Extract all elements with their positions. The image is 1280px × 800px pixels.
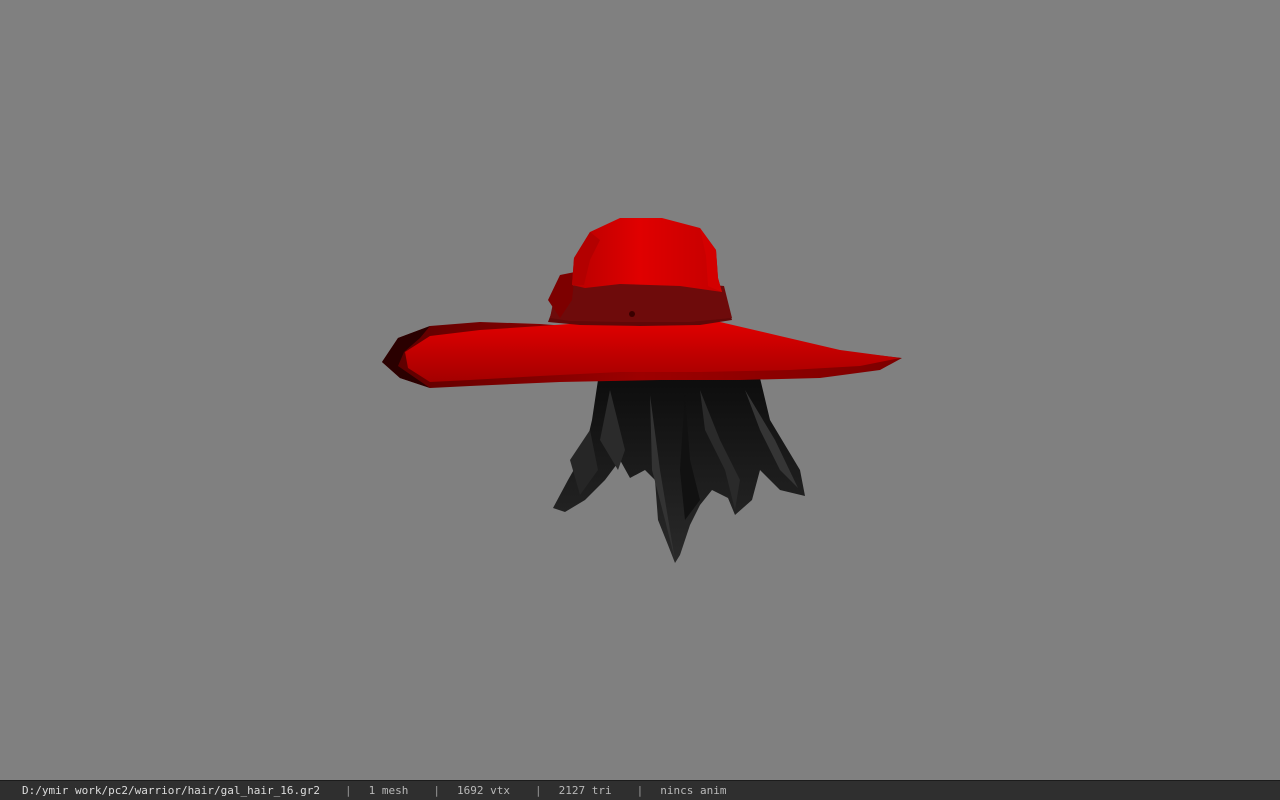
- mesh-count-label: 1 mesh: [368, 784, 409, 797]
- animation-status-label: nincs anim: [660, 784, 727, 797]
- hair-mesh: [553, 378, 805, 563]
- separator: |: [433, 784, 441, 797]
- hat-mesh: [382, 218, 902, 388]
- model-render: [382, 218, 902, 563]
- 3d-viewport[interactable]: [0, 0, 1280, 780]
- file-path-label: D:/ymir work/pc2/warrior/hair/gal_hair_1…: [22, 784, 321, 797]
- triangle-count-label: 2127 tri: [558, 784, 612, 797]
- vertex-count-label: 1692 vtx: [457, 784, 510, 797]
- separator: |: [345, 784, 352, 797]
- separator: |: [535, 784, 542, 797]
- status-bar: D:/ymir work/pc2/warrior/hair/gal_hair_1…: [0, 780, 1280, 800]
- separator: |: [636, 784, 644, 797]
